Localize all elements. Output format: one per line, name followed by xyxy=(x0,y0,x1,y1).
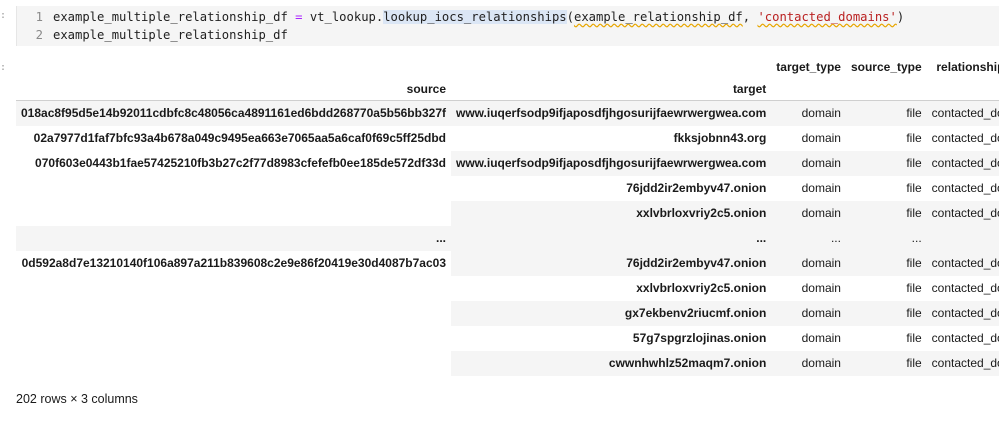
target-type-cell: ... xyxy=(771,226,846,251)
target-index-cell: 76jdd2ir2embyv47.onion xyxy=(626,181,767,195)
target-index-cell: xxlvbrloxvriy2c5.onion xyxy=(636,281,767,295)
target-type-cell: domain xyxy=(801,281,841,295)
target-type-cell: domain xyxy=(771,151,846,176)
target-type-cell: domain xyxy=(801,331,841,345)
relationship-type-cell: contacted_domains xyxy=(931,281,999,295)
source-type-cell: file xyxy=(906,181,922,195)
code-line-2[interactable]: 2 example_multiple_relationship_df xyxy=(17,26,288,44)
index-name: source xyxy=(16,78,451,101)
header-blank xyxy=(845,78,927,101)
code-operator: = xyxy=(287,10,310,24)
relationship-type-cell: contacted_domains xyxy=(926,201,999,226)
target-index-cell: ... xyxy=(451,226,772,251)
relationship-type-cell: contacted_domains xyxy=(926,351,999,376)
target-index-cell: gx7ekbenv2riucmf.onion xyxy=(451,301,772,326)
relationship-type-cell: contacted_domains xyxy=(926,301,999,326)
target-index-cell: fkksjobnn43.org xyxy=(673,131,767,145)
relationship-type-cell: ... xyxy=(926,226,999,251)
header-blank xyxy=(771,78,846,101)
source-type-cell: file xyxy=(845,251,927,276)
source-type-cell: file xyxy=(845,351,927,376)
index-name-row: source target xyxy=(16,78,999,101)
source-index-cell: ... xyxy=(16,226,451,251)
code-var: example_multiple_relationship_df xyxy=(53,28,288,42)
target-type-cell: domain xyxy=(771,201,846,226)
source-type-cell: file xyxy=(906,131,922,145)
source-index-cell: 018ac8f95d5e14b92011cdbfc8c48056ca489116… xyxy=(16,100,451,126)
target-type-cell: domain xyxy=(771,100,846,126)
dataframe-header: target_type source_type relationship_typ… xyxy=(16,56,999,101)
source-type-cell: file xyxy=(906,281,922,295)
ellipsis-row: ............... xyxy=(16,226,999,251)
line-number: 1 xyxy=(35,10,43,24)
target-index-cell: www.iuqerfsodp9ifjaposdfjhgosurijfaewrwe… xyxy=(451,100,772,126)
target-type-cell: domain xyxy=(771,351,846,376)
target-type-cell: domain xyxy=(801,131,841,145)
column-header: target_type xyxy=(776,60,841,74)
index-name: target xyxy=(451,78,772,101)
source-index-cell: 02a7977d1faf7bfc93a4b678a049c9495ea663e7… xyxy=(33,131,446,145)
header-blank xyxy=(451,56,771,78)
column-header: relationship_type xyxy=(936,60,999,74)
code-editor[interactable]: 1 example_multiple_relationship_df = vt_l… xyxy=(16,6,999,46)
source-index-cell: 0d592a8d7e13210140f106a897a211b839608c2e… xyxy=(21,256,446,270)
input-prompt-text: : xyxy=(0,10,7,21)
source-index-cell: 070f603e0443b1fae57425210fb3b27c2f77d898… xyxy=(35,156,446,170)
dataframe-table: target_type source_type relationship_typ… xyxy=(16,56,999,376)
relationship-type-cell: contacted_domains xyxy=(926,251,999,276)
code-function: lookup_iocs_relationships xyxy=(383,10,567,24)
table-row: 070f603e0443b1fae57425210fb3b27c2f77d898… xyxy=(16,151,999,176)
target-type-cell: domain xyxy=(771,251,846,276)
dataframe-body: 018ac8f95d5e14b92011cdbfc8c48056ca489116… xyxy=(16,100,999,376)
code-var: example_multiple_relationship_df xyxy=(53,10,288,24)
code-comma: , xyxy=(742,10,758,24)
code-paren-open: ( xyxy=(566,10,574,24)
relationship-type-cell: contacted_domains xyxy=(926,100,999,126)
code-line-1[interactable]: 1 example_multiple_relationship_df = vt_l… xyxy=(17,8,904,26)
target-index-cell: 57g7spgrzlojinas.onion xyxy=(632,331,767,345)
table-row: 0d592a8d7e13210140f106a897a211b839608c2e… xyxy=(16,251,999,276)
target-index-cell: xxlvbrloxvriy2c5.onion xyxy=(451,201,772,226)
relationship-type-cell: contacted_domains xyxy=(931,331,999,345)
source-type-cell: file xyxy=(845,301,927,326)
header-blank xyxy=(16,56,451,78)
source-type-cell: file xyxy=(845,151,927,176)
output-prompt: : xyxy=(0,62,7,73)
table-row: 018ac8f95d5e14b92011cdbfc8c48056ca489116… xyxy=(16,100,999,126)
source-type-cell: file xyxy=(845,201,927,226)
relationship-type-cell: contacted_domains xyxy=(931,131,999,145)
table-row: 02a7977d1faf7bfc93a4b678a049c9495ea663e7… xyxy=(16,126,999,151)
target-type-cell: domain xyxy=(771,301,846,326)
column-header: source_type xyxy=(850,60,922,74)
code-argument: example_relationship_df xyxy=(573,10,743,24)
relationship-type-cell: contacted_domains xyxy=(926,151,999,176)
target-type-cell: domain xyxy=(801,181,841,195)
code-paren-close: ) xyxy=(896,10,905,24)
target-index-cell: cwwnhwhlz52maqm7.onion xyxy=(451,351,772,376)
input-prompt: : xyxy=(0,10,14,21)
column-header-row: target_type source_type relationship_typ… xyxy=(16,56,999,78)
source-type-cell: file xyxy=(845,100,927,126)
target-index-cell: 76jdd2ir2embyv47.onion xyxy=(451,251,772,276)
dataframe-shape: 202 rows × 3 columns xyxy=(16,392,138,406)
code-string: 'contacted_domains' xyxy=(757,10,897,24)
code-object: vt_lookup. xyxy=(309,10,384,24)
target-index-cell: www.iuqerfsodp9ifjaposdfjhgosurijfaewrwe… xyxy=(451,151,772,176)
relationship-type-cell: contacted_domains xyxy=(931,181,999,195)
header-blank xyxy=(926,78,999,101)
source-type-cell: file xyxy=(906,331,922,345)
line-number: 2 xyxy=(35,28,43,42)
source-type-cell: ... xyxy=(845,226,927,251)
